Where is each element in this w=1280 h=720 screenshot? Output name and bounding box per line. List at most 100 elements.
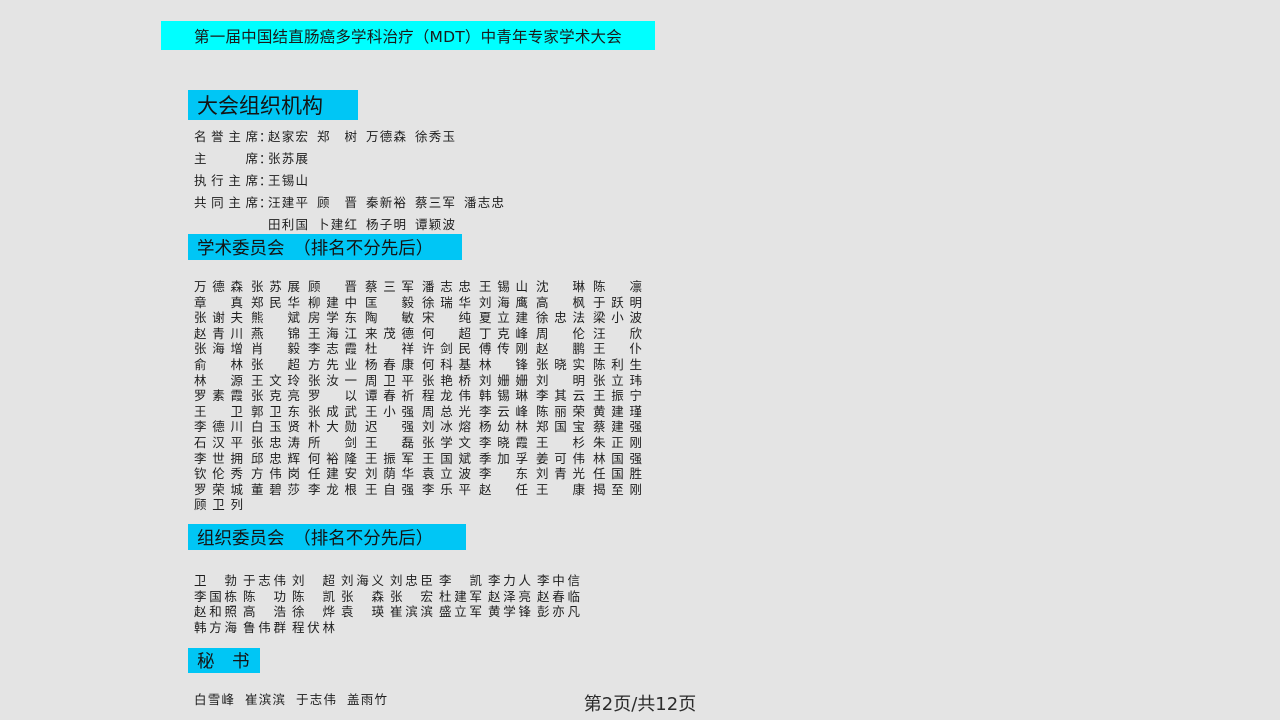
leadership-name: 汪建平	[268, 195, 308, 210]
academic-committee-member: 朱正刚	[593, 434, 642, 450]
organizing-committee-member: 张宏	[390, 588, 433, 604]
academic-committee-member: 丁克峰	[479, 325, 528, 341]
academic-committee-member: 林锋	[479, 356, 528, 372]
academic-committee-member: 张海增	[194, 341, 243, 357]
leadership-name-list: 汪建平顾晋秦新裕蔡三军潘志忠	[268, 192, 504, 211]
academic-committee-member: 任建安	[308, 466, 357, 482]
academic-committee-member: 方伟岗	[251, 466, 300, 482]
academic-committee-member: 张苏展	[251, 279, 300, 294]
leadership-roster: 名誉主席：赵家宏郑树万德森徐秀玉主席：张苏展执行主席：王锡山共同主席：汪建平顾晋…	[194, 126, 614, 236]
organizing-committee-member: 李凯	[439, 573, 482, 588]
organizing-committee-name-grid: 卫勃于志伟刘超刘海义刘忠臣李凯李力人李中信李国栋陈功陈凯张森张宏杜建军赵泽亮赵春…	[194, 570, 586, 635]
section-header-academic-committee-label: 学术委员会 （排名不分先后）	[197, 238, 434, 259]
academic-committee-member: 郭卫东	[251, 403, 300, 419]
academic-committee-member: 郑国宝	[536, 419, 585, 435]
academic-committee-member: 杜祥	[365, 341, 414, 357]
academic-committee-member: 林源	[194, 372, 243, 388]
section-header-organization-label: 大会组织机构	[197, 94, 323, 118]
organizing-committee-member: 陈凯	[292, 588, 335, 604]
academic-committee-member: 蔡建强	[593, 419, 642, 435]
academic-committee-member: 顾晋	[308, 279, 357, 294]
leadership-role-label: 名誉主席：	[194, 129, 272, 144]
academic-committee-member: 王文玲	[251, 372, 300, 388]
academic-committee-member: 周总光	[422, 403, 471, 419]
organizing-committee-member: 刘海义	[341, 573, 384, 588]
academic-committee-member: 李云峰	[479, 403, 528, 419]
academic-committee-member: 李其云	[536, 388, 585, 404]
academic-committee-member: 季加孚	[479, 450, 528, 466]
slide-title-banner: 第一届中国结直肠癌多学科治疗（MDT）中青年专家学术大会	[161, 21, 655, 50]
organizing-committee-member: 鲁伟群	[243, 619, 286, 635]
leadership-row: 执行主席：王锡山	[194, 170, 614, 192]
academic-committee-member: 王杉	[536, 434, 585, 450]
academic-committee-member: 张艳桥	[422, 372, 471, 388]
organizing-committee-member: 盛立军	[439, 604, 482, 620]
academic-committee-member: 李世拥	[194, 450, 243, 466]
academic-committee-member: 梁小波	[593, 310, 642, 326]
academic-committee-member: 李晓霞	[479, 434, 528, 450]
leadership-name: 秦新裕	[366, 195, 406, 210]
academic-committee-member: 石汉平	[194, 434, 243, 450]
academic-committee-member: 王仆	[593, 341, 642, 357]
academic-committee-member: 蔡三军	[365, 279, 414, 294]
leadership-name: 潘志忠	[464, 195, 504, 210]
academic-committee-member: 王振宁	[593, 388, 642, 404]
academic-committee-member: 王康	[536, 481, 585, 497]
academic-committee-member: 方先业	[308, 356, 357, 372]
academic-committee-member: 邱忠辉	[251, 450, 300, 466]
organizing-committee-member: 卫勃	[194, 573, 237, 588]
organizing-committee-member: 于志伟	[243, 573, 286, 588]
leadership-name-list: 田利国卜建红杨子明谭颖波	[268, 214, 455, 233]
leadership-name: 郑树	[317, 129, 357, 144]
academic-committee-member: 宋纯	[422, 310, 471, 326]
academic-committee-member: 潘志忠	[422, 279, 471, 294]
academic-committee-member: 姜可伟	[536, 450, 585, 466]
academic-committee-member: 张谢夫	[194, 310, 243, 326]
academic-committee-member: 刘海鹰	[479, 294, 528, 310]
academic-committee-member: 王锡山	[479, 279, 528, 294]
organizing-committee-member: 韩方海	[194, 619, 237, 635]
academic-committee-member: 周伦	[536, 325, 585, 341]
leadership-name: 顾晋	[317, 195, 357, 210]
academic-committee-member: 刘明	[536, 372, 585, 388]
academic-committee-member: 罗荣城	[194, 481, 243, 497]
leadership-row: 名誉主席：赵家宏郑树万德森徐秀玉	[194, 126, 614, 148]
organizing-committee-member: 李中信	[537, 573, 580, 588]
organizing-committee-member: 张森	[341, 588, 384, 604]
leadership-name: 谭颖波	[415, 217, 455, 232]
academic-committee-member: 陈丽荣	[536, 403, 585, 419]
academic-committee-member: 李东	[479, 466, 528, 482]
organizing-committee-member: 陈功	[243, 588, 286, 604]
academic-committee-member: 所剑	[308, 434, 357, 450]
academic-committee-member: 任国胜	[593, 466, 642, 482]
organizing-committee-member: 刘超	[292, 573, 335, 588]
academic-committee-member: 陈利生	[593, 356, 642, 372]
academic-committee-member: 钦伦秀	[194, 466, 243, 482]
leadership-name: 徐秀玉	[415, 129, 455, 144]
academic-committee-member: 万德森	[194, 279, 243, 294]
academic-committee-member: 张晓实	[536, 356, 585, 372]
leadership-name: 万德森	[366, 129, 406, 144]
leadership-name: 张苏展	[268, 151, 308, 166]
organizing-committee-member: 徐烨	[292, 604, 335, 620]
academic-committee-member: 陈凛	[593, 279, 642, 294]
organizing-committee-member: 赵泽亮	[488, 588, 531, 604]
leadership-row: 田利国卜建红杨子明谭颖波	[194, 214, 614, 236]
academic-committee-member: 董碧莎	[251, 481, 300, 497]
academic-committee-member: 张成武	[308, 403, 357, 419]
academic-committee-member: 杨幼林	[479, 419, 528, 435]
academic-committee-member: 王自强	[365, 481, 414, 497]
organizing-committee-member: 赵春临	[537, 588, 580, 604]
organizing-committee-member: 赵和照	[194, 604, 237, 620]
leadership-role-label: 执行主席：	[194, 173, 272, 188]
leadership-row: 主席：张苏展	[194, 148, 614, 170]
slide-title-text: 第一届中国结直肠癌多学科治疗（MDT）中青年专家学术大会	[194, 27, 622, 46]
organizing-committee-member: 崔滨滨	[390, 604, 433, 620]
section-header-secretary: 秘 书	[188, 648, 260, 673]
academic-committee-member: 张克亮	[251, 388, 300, 404]
leadership-name: 赵家宏	[268, 129, 308, 144]
section-header-secretary-label: 秘 书	[197, 652, 250, 672]
academic-committee-member: 张忠涛	[251, 434, 300, 450]
academic-committee-member: 房学东	[308, 310, 357, 326]
academic-committee-member: 迟强	[365, 419, 414, 435]
